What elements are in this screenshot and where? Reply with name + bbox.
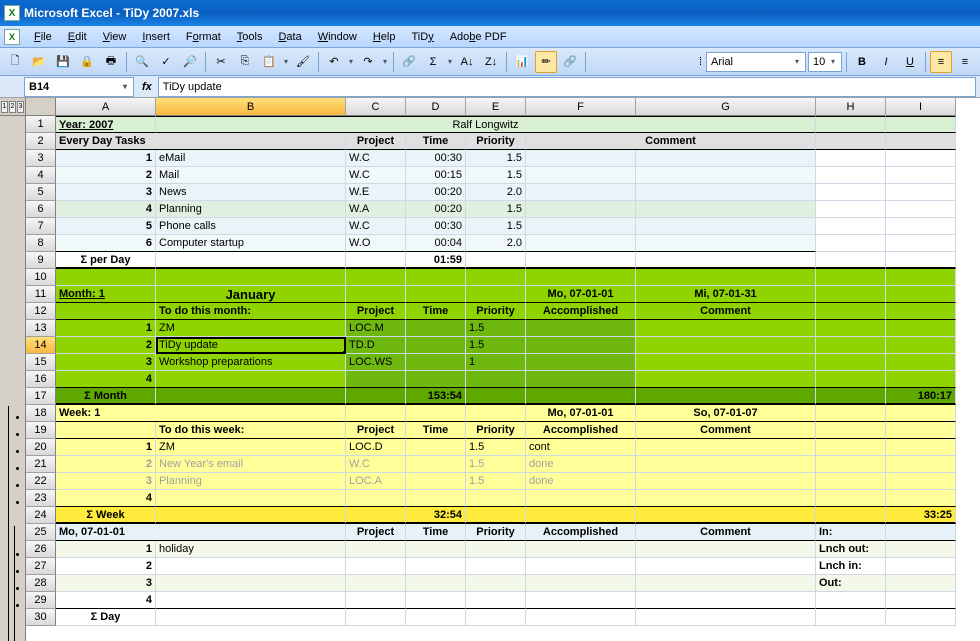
hyperlink-icon[interactable]: 🔗: [398, 51, 420, 73]
save-icon[interactable]: 💾: [52, 51, 74, 73]
chart-icon[interactable]: 📊: [511, 51, 533, 73]
copy-icon[interactable]: ⎘: [234, 51, 256, 73]
autosum-icon[interactable]: Σ: [422, 51, 444, 73]
menu-insert[interactable]: Insert: [134, 29, 178, 45]
select-all-corner[interactable]: [26, 98, 56, 116]
col-header-d[interactable]: D: [406, 98, 466, 116]
size-selector[interactable]: 10▾: [808, 52, 842, 72]
format-painter-icon[interactable]: 🖌: [292, 51, 314, 73]
col-header-a[interactable]: A: [56, 98, 156, 116]
redo-icon[interactable]: ↷: [357, 51, 379, 73]
fx-icon[interactable]: fx: [142, 81, 152, 93]
grid-rows[interactable]: 1 Year: 2007 Ralf Longwitz 2 Every Day T…: [26, 116, 980, 626]
print-icon[interactable]: 🖶: [100, 51, 122, 73]
menu-view[interactable]: View: [95, 29, 135, 45]
undo-icon[interactable]: ↶: [323, 51, 345, 73]
window-title: Microsoft Excel - TiDy 2007.xls: [24, 6, 199, 20]
preview-icon[interactable]: 🔍: [131, 51, 153, 73]
window-titlebar: X Microsoft Excel - TiDy 2007.xls: [0, 0, 980, 26]
selected-cell[interactable]: TiDy update: [156, 337, 346, 354]
formula-bar: B14▾ fx TiDy update: [0, 76, 980, 98]
formula-input[interactable]: TiDy update: [158, 77, 976, 97]
menu-file[interactable]: File: [26, 29, 60, 45]
sort-asc-icon[interactable]: A↓: [456, 51, 478, 73]
permission-icon[interactable]: 🔒: [76, 51, 98, 73]
research-icon[interactable]: 🔎: [179, 51, 201, 73]
spelling-icon[interactable]: ✓: [155, 51, 177, 73]
font-selector[interactable]: Arial▾: [706, 52, 806, 72]
owner-name[interactable]: Ralf Longwitz: [156, 116, 816, 133]
menu-tools[interactable]: Tools: [229, 29, 271, 45]
spreadsheet[interactable]: A B C D E F G H I 1 Year: 2007 Ralf Long…: [26, 98, 980, 641]
name-box[interactable]: B14▾: [24, 77, 134, 97]
cut-icon[interactable]: ✂: [210, 51, 232, 73]
toolbar: 🗋 📂 💾 🔒 🖶 🔍 ✓ 🔎 ✂ ⎘ 📋 ▾ 🖌 ↶ ▾ ↷ ▾ 🔗 Σ ▾ …: [0, 48, 980, 76]
new-icon[interactable]: 🗋: [4, 51, 26, 73]
underline-button[interactable]: U: [899, 51, 921, 73]
tasks-header[interactable]: Every Day Tasks: [56, 133, 346, 150]
paste-icon[interactable]: 📋: [258, 51, 280, 73]
font-label: ⁞: [694, 56, 704, 68]
connector-icon[interactable]: 🔗: [559, 51, 581, 73]
menu-bar: X File Edit View Insert Format Tools Dat…: [0, 26, 980, 48]
col-header-b[interactable]: B: [156, 98, 346, 116]
menu-edit[interactable]: Edit: [60, 29, 95, 45]
sort-desc-icon[interactable]: Z↓: [480, 51, 502, 73]
excel-icon: X: [4, 5, 20, 21]
workbook-icon[interactable]: X: [4, 29, 20, 45]
open-icon[interactable]: 📂: [28, 51, 50, 73]
outline-pane[interactable]: 123: [0, 98, 26, 641]
menu-data[interactable]: Data: [270, 29, 309, 45]
menu-window[interactable]: Window: [310, 29, 365, 45]
menu-help[interactable]: Help: [365, 29, 404, 45]
align-left-button[interactable]: ≡: [930, 51, 952, 73]
col-header-h[interactable]: H: [816, 98, 886, 116]
drawing-icon[interactable]: ✏: [535, 51, 557, 73]
italic-button[interactable]: I: [875, 51, 897, 73]
col-header-c[interactable]: C: [346, 98, 406, 116]
menu-adobe[interactable]: Adobe PDF: [442, 29, 515, 45]
col-header-e[interactable]: E: [466, 98, 526, 116]
col-header-g[interactable]: G: [636, 98, 816, 116]
col-header-i[interactable]: I: [886, 98, 956, 116]
col-header-f[interactable]: F: [526, 98, 636, 116]
bold-button[interactable]: B: [851, 51, 873, 73]
align-center-button[interactable]: ≡: [954, 51, 976, 73]
menu-format[interactable]: Format: [178, 29, 229, 45]
year-label[interactable]: Year: 2007: [56, 116, 156, 133]
menu-tidy[interactable]: TiDy: [403, 29, 441, 45]
